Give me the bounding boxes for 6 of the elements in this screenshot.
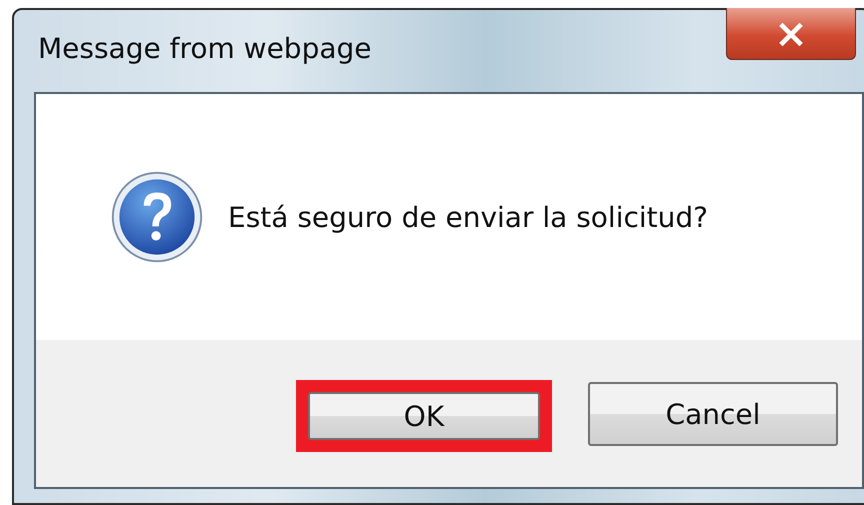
cancel-button[interactable]: Cancel: [588, 382, 838, 446]
message-text: Está seguro de enviar la solicitud?: [228, 200, 708, 234]
ok-button[interactable]: OK: [308, 392, 540, 440]
close-button[interactable]: ×: [726, 8, 856, 60]
question-icon: [110, 170, 204, 264]
window-title: Message from webpage: [38, 32, 372, 65]
